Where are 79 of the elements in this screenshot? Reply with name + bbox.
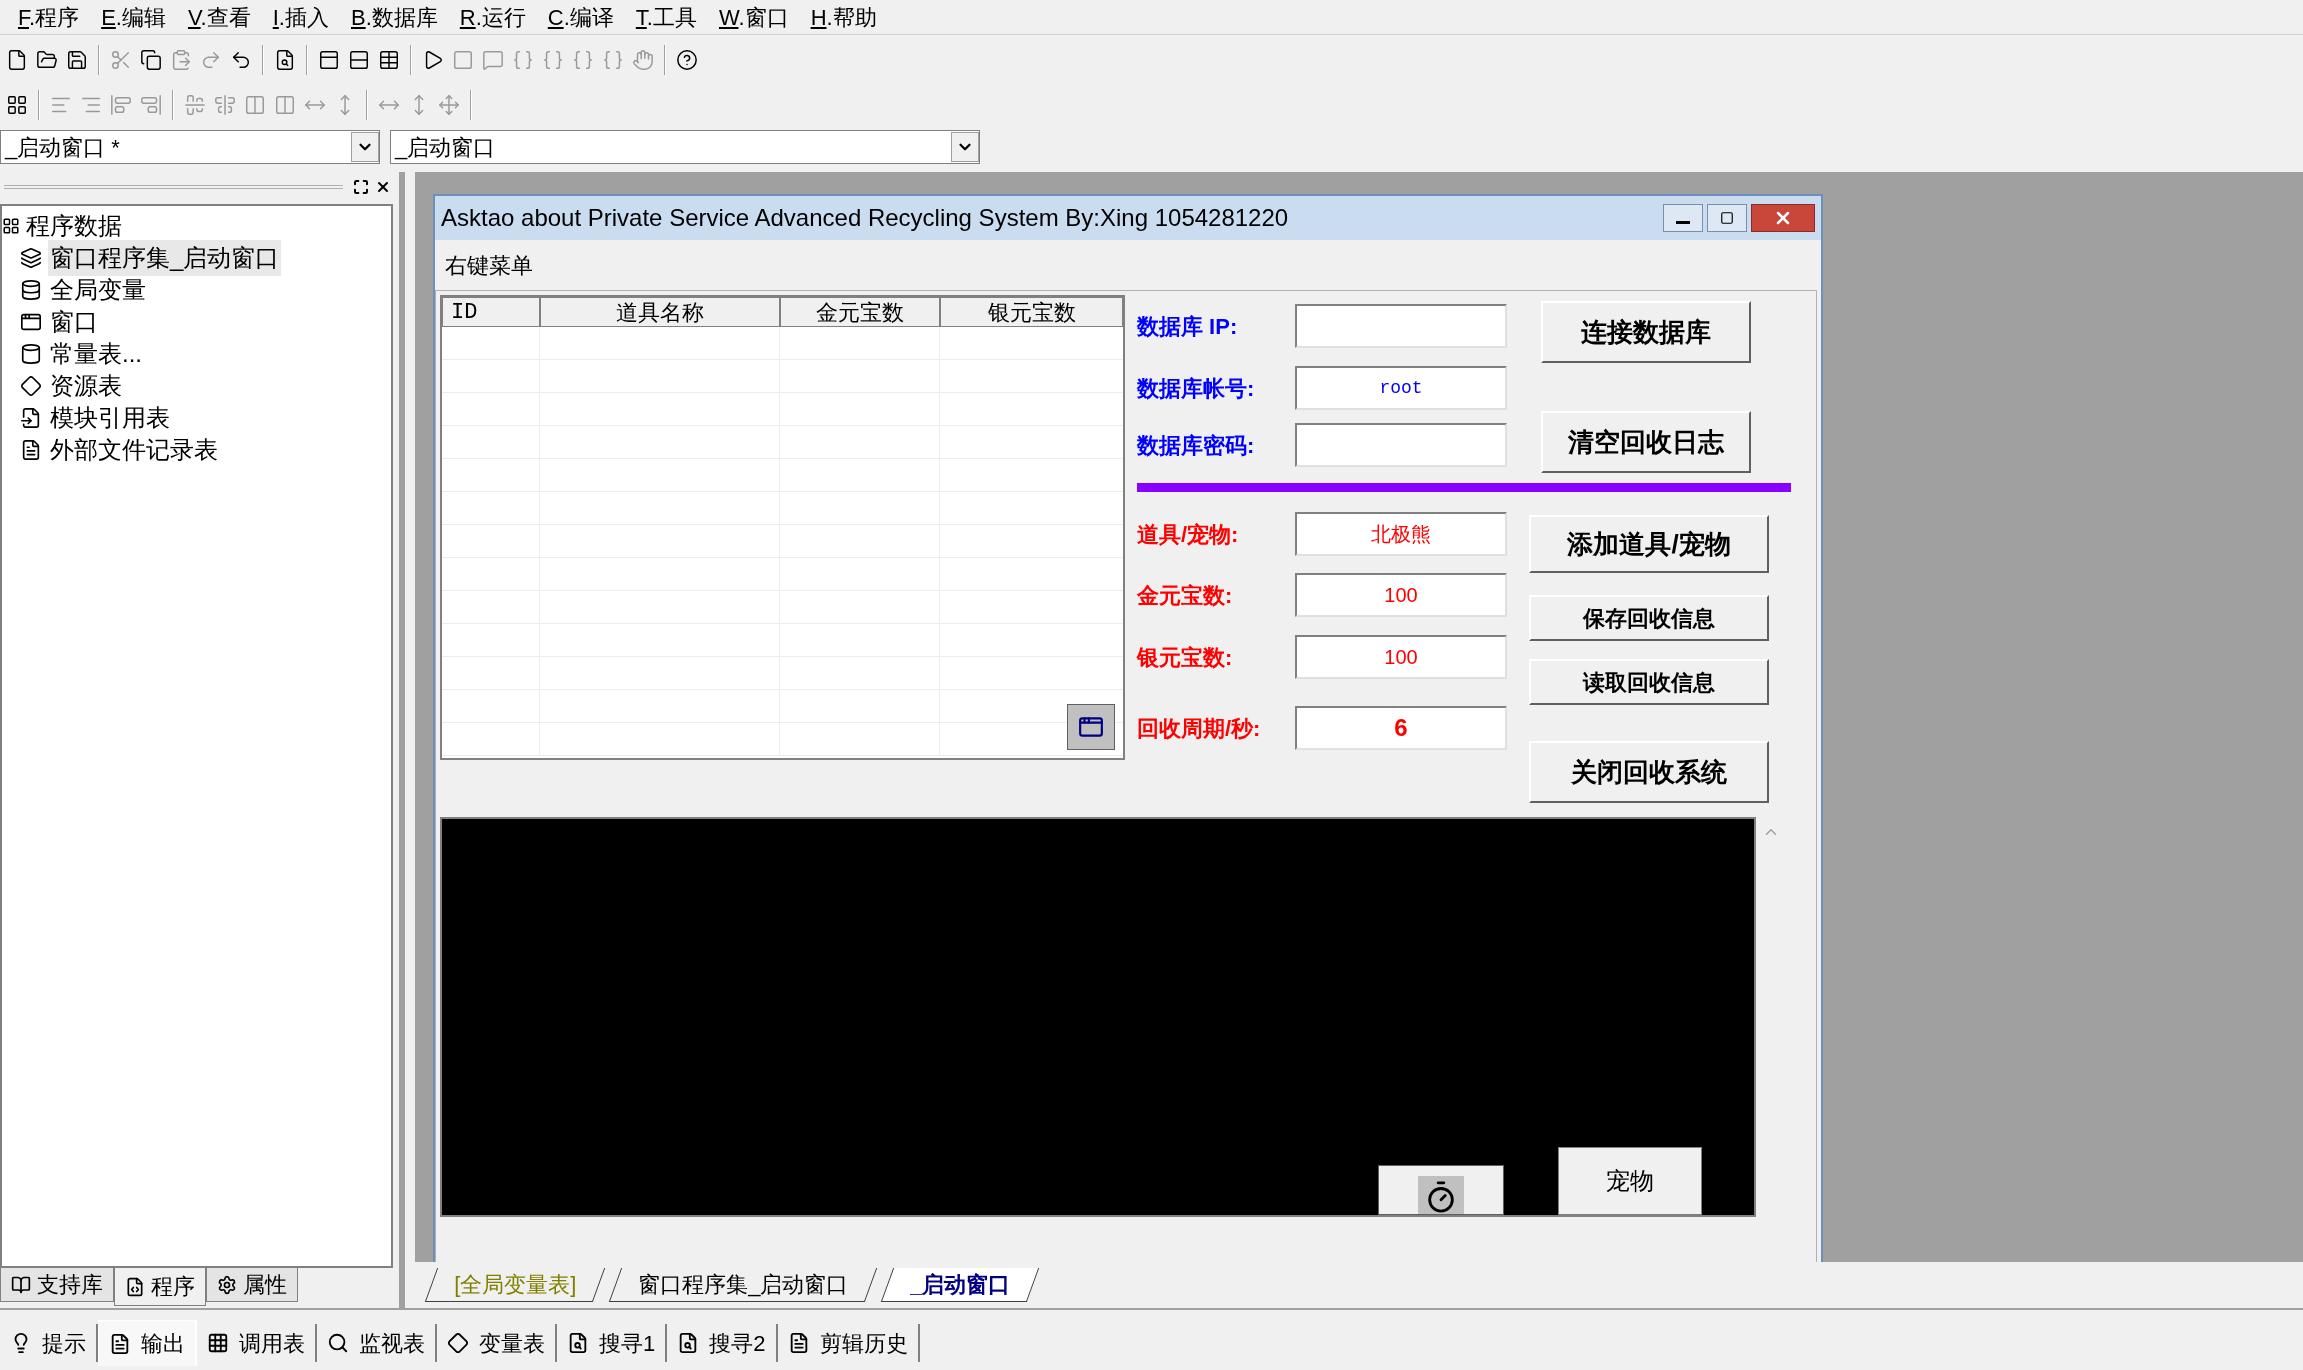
- close-icon[interactable]: [375, 179, 391, 195]
- panel-tab[interactable]: 剪辑历史: [777, 1324, 920, 1362]
- menu-item[interactable]: C.编译: [547, 0, 614, 34]
- stopwatch-icon: [1418, 1176, 1464, 1214]
- field-label: 道具/宠物:: [1137, 520, 1240, 549]
- input-field[interactable]: [1295, 423, 1507, 467]
- action-button[interactable]: 保存回收信息: [1529, 595, 1769, 641]
- action-button[interactable]: 添加道具/宠物: [1529, 515, 1769, 573]
- file-import-icon: [20, 407, 42, 429]
- pet-button[interactable]: 宠物: [1558, 1147, 1702, 1215]
- document-icon: [20, 439, 42, 461]
- menu-item[interactable]: T.工具: [635, 0, 697, 34]
- editor-tab[interactable]: 窗口程序集_启动窗口: [609, 1268, 878, 1302]
- field-label: 数据库密码:: [1137, 431, 1256, 460]
- field-label: 数据库帐号:: [1137, 374, 1256, 403]
- menu-item[interactable]: 右键菜单: [445, 248, 533, 282]
- editor-tab[interactable]: [全局变量表]: [424, 1268, 606, 1302]
- calendar-icon: [1067, 704, 1115, 750]
- column-header[interactable]: 金元宝数: [780, 297, 940, 327]
- input-field[interactable]: 100: [1295, 635, 1507, 679]
- editor-tab[interactable]: _启动窗口: [881, 1268, 1040, 1302]
- maximize-icon[interactable]: [353, 179, 369, 195]
- action-button[interactable]: 关闭回收系统: [1529, 741, 1769, 803]
- document-icon: [125, 1276, 145, 1297]
- menu-item[interactable]: H.帮助: [810, 0, 877, 34]
- window-title: Asktao about Private Service Advanced Recycling System By:Xing 1054281220: [441, 203, 1289, 233]
- book-icon: [11, 1274, 31, 1295]
- cylinder-icon: [20, 343, 42, 365]
- document-icon: [109, 1332, 131, 1355]
- menu-item[interactable]: W.窗口: [718, 0, 789, 34]
- input-field[interactable]: root: [1295, 366, 1507, 410]
- maximize-icon: [1720, 211, 1734, 225]
- action-button[interactable]: 读取回收信息: [1529, 659, 1769, 705]
- column-header[interactable]: 道具名称: [540, 297, 780, 327]
- menu-item[interactable]: E.编辑: [101, 0, 166, 34]
- input-field[interactable]: 北极熊: [1295, 512, 1507, 556]
- panel-tab[interactable]: 支持库: [0, 1268, 114, 1302]
- minimize-button[interactable]: [1663, 204, 1703, 232]
- grid-icon: [207, 1332, 229, 1354]
- column-header[interactable]: ID: [442, 297, 540, 327]
- menu-item[interactable]: F.程序: [18, 0, 80, 34]
- diamond-icon: [447, 1332, 469, 1354]
- layers-icon: [20, 247, 42, 269]
- action-button[interactable]: 连接数据库: [1541, 301, 1751, 363]
- field-label: 回收周期/秒:: [1137, 714, 1257, 743]
- panel-tab[interactable]: 程序: [114, 1268, 206, 1306]
- input-field[interactable]: 100: [1295, 573, 1507, 617]
- grid-icon: [2, 217, 20, 235]
- timer-button[interactable]: [1378, 1165, 1504, 1215]
- maximize-button[interactable]: [1707, 204, 1747, 232]
- search-icon: [327, 1332, 349, 1354]
- field-label: 数据库 IP:: [1137, 312, 1239, 341]
- menu-item[interactable]: B.数据库: [350, 0, 438, 34]
- action-button[interactable]: 清空回收日志: [1541, 411, 1751, 473]
- menu-item[interactable]: I.插入: [272, 0, 329, 34]
- panel-tab[interactable]: 调用表: [197, 1324, 317, 1362]
- panel-tab[interactable]: 属性: [206, 1268, 298, 1302]
- column-header[interactable]: 银元宝数: [940, 297, 1123, 327]
- panel-tab[interactable]: 搜寻1: [557, 1324, 668, 1362]
- properties-icon: [217, 1274, 237, 1295]
- input-field[interactable]: [1295, 304, 1507, 348]
- minimize-icon: [1676, 220, 1690, 224]
- panel-tab[interactable]: 监视表: [317, 1324, 437, 1362]
- menu-item[interactable]: R.运行: [459, 0, 526, 34]
- combo-box[interactable]: _启动窗口: [390, 130, 980, 164]
- tree-item[interactable]: 窗口程序集_启动窗口: [48, 240, 282, 276]
- input-field[interactable]: 6: [1295, 706, 1507, 750]
- panel-tab[interactable]: 变量表: [437, 1324, 557, 1362]
- menu-item[interactable]: V.查看: [187, 0, 251, 34]
- field-label: 金元宝数:: [1137, 581, 1234, 610]
- search-document-icon: [567, 1332, 589, 1354]
- close-button[interactable]: [1751, 204, 1815, 232]
- combo-box[interactable]: _启动窗口 *: [0, 130, 380, 164]
- window-icon: [20, 311, 42, 333]
- panel-tab[interactable]: 搜寻2: [667, 1324, 778, 1362]
- jar-icon: [20, 279, 42, 301]
- diamond-icon: [20, 375, 42, 397]
- panel-tab[interactable]: 输出: [98, 1320, 197, 1366]
- field-label: 银元宝数:: [1137, 643, 1234, 672]
